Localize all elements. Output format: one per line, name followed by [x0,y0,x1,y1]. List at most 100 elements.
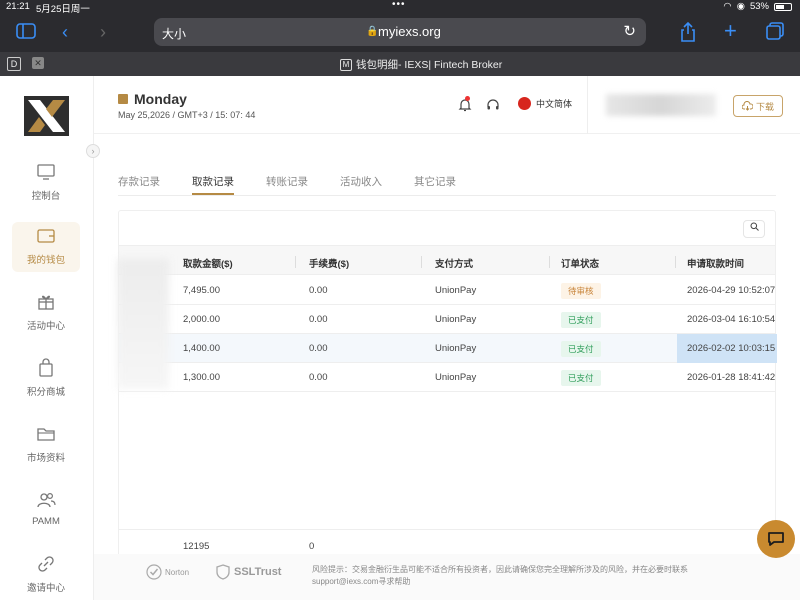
col-status[interactable]: 订单状态 [561,256,599,270]
cell-time: 2026-03-04 16:10:54 [687,314,776,325]
table-row[interactable]: 2,000.00 0.00 UnionPay 已支付 2026-03-04 16… [119,305,775,334]
col-divider [295,256,296,268]
gift-icon [38,295,54,310]
iexs-logo[interactable] [24,96,69,136]
browser-tab-bar: D ✕ M 钱包明细- IEXS| Fintech Broker [0,52,800,76]
address-bar[interactable]: 大小 🔒 myiexs.org ↻ [154,18,646,46]
sidebar-item-invite[interactable]: 邀请中心 [12,550,80,600]
col-method[interactable]: 支付方式 [435,256,473,270]
chat-button[interactable] [757,520,795,558]
language-selector[interactable]: 中文简体 [518,97,572,110]
tab-activity-income[interactable]: 活动收入 [340,174,382,189]
sidebar-item-label: 我的钱包 [26,255,65,266]
sidebar: 控制台 我的钱包 活动中心 积分商城 市场资料 PAMM 邀请中心 [0,76,94,600]
collapse-sidebar-button[interactable]: › [86,144,100,158]
lock-rotation-icon: ◉ [736,1,745,12]
notification-bell[interactable] [458,96,472,117]
multitask-dots[interactable]: ••• [392,0,406,10]
cell-fee: 0.00 [309,372,328,383]
support-button[interactable] [486,98,500,117]
cell-time: 2026-01-28 18:41:42 [687,372,776,383]
notification-dot [465,96,470,101]
search-button[interactable] [743,220,765,238]
cell-method: UnionPay [435,372,477,383]
tab-withdrawals[interactable]: 取款记录 [192,174,234,189]
text-size-button[interactable]: 大小 [162,25,186,42]
withdrawal-table-card: 取款金额($) 手续费($) 支付方式 订单状态 申请取款时间 7,495.00… [117,210,777,600]
cell-fee: 0.00 [309,343,328,354]
norton-label: Norton [165,567,190,577]
app-window: 控制台 我的钱包 活动中心 积分商城 市场资料 PAMM 邀请中心 › Mond… [0,76,800,600]
monitor-icon [37,164,55,180]
col-divider [421,256,422,268]
forward-icon[interactable]: › [100,23,106,41]
sidebar-item-label: 控制台 [31,191,61,202]
sidebar-item-wallet[interactable]: 我的钱包 [12,222,80,272]
total-fee: 0 [309,541,315,552]
support-email-link[interactable]: support@iexs.com寻求帮助 [312,576,742,588]
tab-close-icon[interactable]: ✕ [32,57,44,69]
sidebar-item-market-data[interactable]: 市场资料 [12,420,80,470]
new-tab-icon[interactable]: + [724,20,737,42]
download-button[interactable]: 下载 [733,95,783,117]
sidebar-item-label: 积分商城 [26,387,65,398]
tab-title-text: 钱包明细- IEXS| Fintech Broker [356,59,503,71]
page-title: Monday [118,91,187,107]
sidebar-item-label: 市场资料 [26,453,65,464]
status-time: 21:21 [6,1,30,12]
china-flag-icon [518,97,531,110]
cell-amount: 2,000.00 [183,314,220,325]
tab-favicon[interactable]: D [7,57,21,71]
wifi-icon: ◠ [723,1,732,12]
sidebar-item-pamm[interactable]: PAMM [12,486,80,536]
reload-icon[interactable]: ↻ [623,22,636,40]
tab-deposits[interactable]: 存款记录 [118,174,160,189]
record-tabs: 存款记录 取款记录 转账记录 活动收入 其它记录 [118,172,776,196]
status-badge: 待审核 [561,283,601,299]
redacted-column [117,259,169,389]
risk-warning-line: 风险提示：交易金融衍生品可能不适合所有投资者，因此请确保您完全理解所涉及的风险，… [312,565,688,574]
cell-time: 2026-02-02 10:03:15 [677,334,777,363]
table-row[interactable]: 1,400.00 0.00 UnionPay 已支付 2026-02-02 10… [119,334,777,363]
cell-amount: 1,400.00 [183,343,220,354]
sidebar-item-label: 活动中心 [26,321,65,332]
headset-icon [487,99,499,110]
language-label: 中文简体 [536,99,573,109]
status-badge: 已支付 [561,341,601,357]
sidebar-toggle-icon[interactable] [16,23,36,42]
sidebar-item-activity[interactable]: 活动中心 [12,288,80,338]
tab-transfers[interactable]: 转账记录 [266,174,308,189]
sidebar-item-dashboard[interactable]: 控制台 [12,158,80,208]
cell-method: UnionPay [435,285,477,296]
date-time: May 25,2026 / GMT+3 / 15: 07: 44 [118,110,256,120]
status-date: 5月25日周一 [36,4,90,15]
sidebar-item-points-mall[interactable]: 积分商城 [12,354,80,404]
cell-method: UnionPay [435,343,477,354]
ssltrust-label: SSLTrust [234,566,282,578]
norton-badge: Norton [146,564,189,580]
link-icon [38,556,54,572]
users-icon [37,492,56,508]
norton-check-icon [146,564,162,580]
tab-active[interactable]: M 钱包明细- IEXS| Fintech Broker [340,57,502,72]
col-fee[interactable]: 手续费($) [309,256,349,270]
cell-fee: 0.00 [309,285,328,296]
redacted-account [606,94,716,116]
shield-icon [216,564,230,580]
col-time[interactable]: 申请取款时间 [687,256,744,270]
battery-percent: 53% [749,1,769,12]
table-row[interactable]: 7,495.00 0.00 UnionPay 待审核 2026-04-29 10… [119,276,775,305]
back-icon[interactable]: ‹ [62,23,68,41]
share-icon[interactable] [680,21,696,45]
tabs-overview-icon[interactable] [766,22,784,43]
search-icon [750,222,759,231]
col-divider [549,256,550,268]
col-amount[interactable]: 取款金额($) [183,256,233,270]
lock-icon: 🔒 [366,26,379,37]
tab-other-records[interactable]: 其它记录 [414,174,456,189]
status-right: ◠ ◉ 53% [723,1,792,12]
battery-icon [774,2,792,11]
sidebar-item-label: 邀请中心 [26,583,65,594]
table-row[interactable]: 1,300.00 0.00 UnionPay 已支付 2026-01-28 18… [119,363,775,392]
status-badge: 已支付 [561,312,601,328]
